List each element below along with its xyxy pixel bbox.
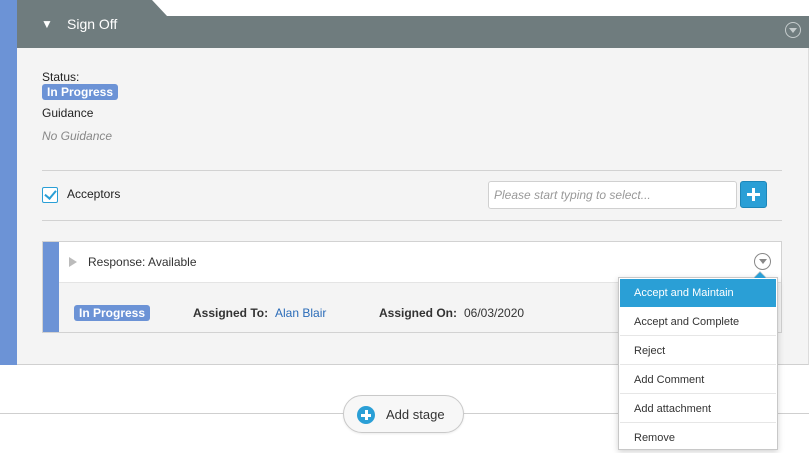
- response-menu-icon[interactable]: [754, 253, 771, 270]
- collapse-triangle-icon[interactable]: ▼: [41, 16, 53, 32]
- acceptors-search-input[interactable]: [488, 181, 737, 209]
- menu-item-accept-and-maintain[interactable]: Accept and Maintain: [620, 279, 776, 307]
- menu-item-add-attachment[interactable]: Add attachment: [620, 395, 776, 423]
- menu-item-add-comment[interactable]: Add Comment: [620, 366, 776, 394]
- menu-item-reject[interactable]: Reject: [620, 337, 776, 365]
- acceptors-label: Acceptors: [67, 187, 121, 201]
- add-stage-button[interactable]: Add stage: [343, 395, 464, 433]
- status-label: Status:: [42, 70, 80, 84]
- divider: [42, 220, 782, 221]
- guidance-label: Guidance: [42, 106, 94, 120]
- plus-circle-icon: [357, 406, 375, 424]
- menu-item-accept-and-complete[interactable]: Accept and Complete: [620, 308, 776, 336]
- acceptors-checkbox[interactable]: [42, 187, 58, 203]
- add-stage-label: Add stage: [386, 407, 445, 422]
- assigned-to-label: Assigned To:: [193, 306, 269, 320]
- stage-tab-notch: [17, 0, 167, 16]
- stage-header[interactable]: ▼ Sign Off: [17, 16, 809, 48]
- response-action-menu: Accept and Maintain Accept and Complete …: [618, 271, 778, 452]
- response-status-badge: In Progress: [74, 305, 151, 321]
- workflow-page: ▼ Sign Off Status: In Progress Guidance …: [0, 0, 809, 453]
- response-left-bar: [43, 242, 59, 332]
- expand-triangle-icon[interactable]: [69, 257, 77, 267]
- assigned-on-value: 06/03/2020: [464, 306, 525, 320]
- guidance-value: No Guidance: [42, 129, 113, 143]
- stage-title: Sign Off: [67, 16, 118, 32]
- divider: [42, 170, 782, 171]
- stage-left-bar: [0, 0, 17, 365]
- assigned-to-link[interactable]: Alan Blair: [275, 306, 326, 320]
- status-badge: In Progress: [42, 84, 119, 100]
- assigned-on-label: Assigned On:: [379, 306, 458, 320]
- menu-item-remove[interactable]: Remove: [620, 424, 776, 452]
- add-acceptor-button[interactable]: [740, 181, 767, 208]
- stage-menu-icon[interactable]: [785, 22, 801, 38]
- response-title: Response: Available: [88, 255, 197, 269]
